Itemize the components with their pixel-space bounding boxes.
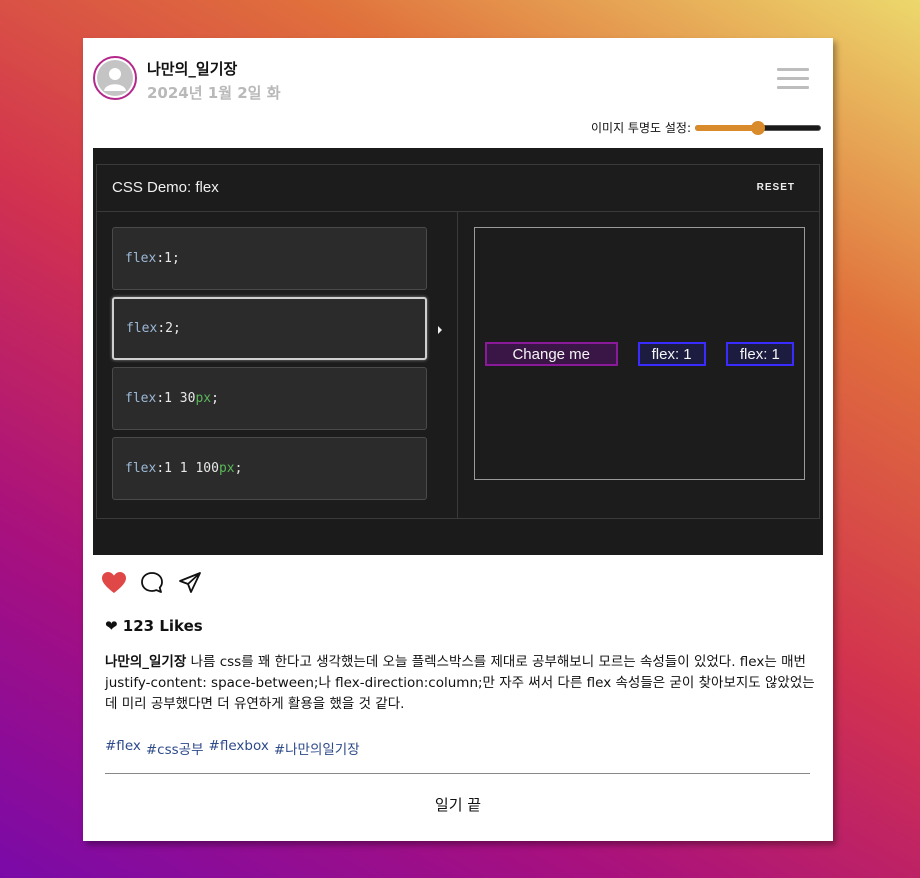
choice-end: ; xyxy=(211,391,219,406)
choice-flex-1-1-100px[interactable]: flex: 1 1 100 px; xyxy=(112,437,427,500)
post-image-css-demo: CSS Demo: flex RESET flex: 1; flex: 2; f… xyxy=(93,148,823,555)
choice-sep: : xyxy=(157,321,166,336)
post-date: 2024년 1월 2일 화 xyxy=(147,84,281,102)
avatar[interactable] xyxy=(93,56,137,100)
hashtag[interactable]: #나만의일기장 xyxy=(274,738,360,758)
diary-end-text: 일기 끝 xyxy=(434,796,482,814)
demo-header: CSS Demo: flex RESET xyxy=(97,165,819,212)
choice-value: 1 30 xyxy=(164,391,196,406)
choice-prop: flex xyxy=(125,251,157,266)
choice-value: 2 xyxy=(165,321,173,336)
opacity-slider[interactable] xyxy=(695,120,821,136)
flex-container: Change me flex: 1 flex: 1 xyxy=(485,342,794,366)
choice-prop: flex xyxy=(125,461,157,476)
caption-username[interactable]: 나만의_일기장 xyxy=(105,654,186,670)
choice-flex-2[interactable]: flex: 2; xyxy=(112,297,427,360)
choice-unit: px xyxy=(218,461,235,476)
choice-value: 1 xyxy=(164,251,172,266)
demo-title: CSS Demo: flex xyxy=(112,179,219,196)
post-actions xyxy=(101,570,203,596)
choice-end: ; xyxy=(171,251,180,266)
hashtag[interactable]: #css공부 xyxy=(146,738,204,758)
demo-frame: CSS Demo: flex RESET flex: 1; flex: 2; f… xyxy=(96,164,820,519)
reset-button[interactable]: RESET xyxy=(757,182,795,193)
hamburger-menu-icon[interactable] xyxy=(777,68,809,92)
opacity-control: 이미지 투명도 설정: xyxy=(591,119,821,136)
choice-sep: : xyxy=(156,391,165,406)
hashtag[interactable]: #flexbox xyxy=(209,738,269,758)
caption-text: 나름 css를 꽤 한다고 생각했는데 오늘 플렉스박스를 제대로 공부해보니 … xyxy=(105,654,815,712)
comment-icon[interactable] xyxy=(139,570,165,596)
user-avatar-icon xyxy=(97,60,133,96)
hashtag[interactable]: #flex xyxy=(105,738,141,758)
choice-sep: : xyxy=(156,461,165,476)
likes-count: ❤ 123 Likes xyxy=(105,617,203,635)
choice-value: 1 1 100 xyxy=(164,461,219,476)
choice-end: ; xyxy=(172,321,181,336)
flex-item-change-me: Change me xyxy=(485,342,618,366)
caret-right-icon xyxy=(438,326,442,334)
username[interactable]: 나만의_일기장 xyxy=(147,58,237,79)
demo-body: flex: 1; flex: 2; flex: 1 30 px; flex: 1 … xyxy=(97,212,819,518)
post-caption: 나만의_일기장 나름 css를 꽤 한다고 생각했는데 오늘 플렉스박스를 제대… xyxy=(105,652,815,715)
choice-prop: flex xyxy=(125,391,157,406)
divider xyxy=(105,773,810,774)
post-card: 나만의_일기장 2024년 1월 2일 화 이미지 투명도 설정: CSS De… xyxy=(83,38,833,841)
demo-output: Change me flex: 1 flex: 1 xyxy=(474,227,805,480)
opacity-slider-thumb[interactable] xyxy=(751,120,765,135)
flex-item: flex: 1 xyxy=(725,342,794,366)
opacity-label: 이미지 투명도 설정: xyxy=(591,121,691,135)
demo-divider xyxy=(457,212,458,518)
choice-sep: : xyxy=(156,251,165,266)
hashtags: #flex #css공부 #flexbox #나만의일기장 xyxy=(105,738,360,758)
choice-end: ; xyxy=(234,461,243,476)
choice-unit: px xyxy=(195,391,212,406)
choice-prop: flex xyxy=(126,321,158,336)
heart-icon[interactable] xyxy=(101,570,127,596)
choice-flex-1-30px[interactable]: flex: 1 30 px; xyxy=(112,367,427,430)
choice-flex-1[interactable]: flex: 1; xyxy=(112,227,427,290)
flex-item: flex: 1 xyxy=(637,342,706,366)
send-icon[interactable] xyxy=(177,570,203,596)
